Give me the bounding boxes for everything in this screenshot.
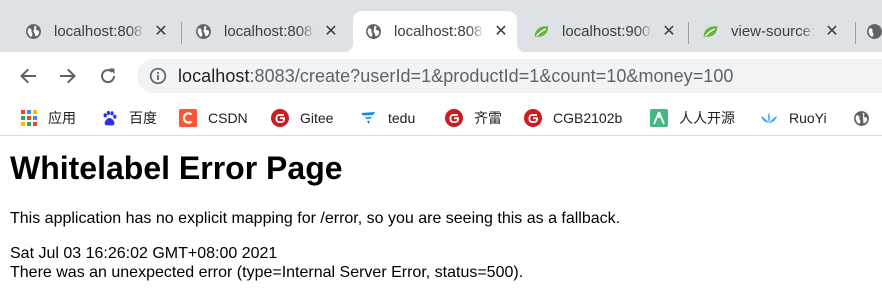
bookmark-partial[interactable] — [852, 108, 870, 128]
gitee-icon — [524, 109, 542, 127]
baidu-paw-icon — [100, 109, 118, 127]
info-icon[interactable] — [149, 67, 167, 85]
bookmark-label: 齐雷 — [474, 110, 502, 126]
tab-5[interactable]: view-source: ✕ — [690, 11, 850, 52]
spring-leaf-icon — [702, 23, 719, 40]
tedu-icon — [359, 109, 377, 127]
forward-arrow-icon[interactable] — [56, 64, 80, 88]
tab-6-partial[interactable] — [862, 11, 882, 52]
tab-title: localhost:8083/create?userId=1&productId… — [394, 23, 485, 40]
error-timestamp: Sat Jul 03 16:26:02 GMT+08:00 2021 — [10, 245, 278, 262]
close-tab-icon[interactable]: ✕ — [493, 23, 509, 40]
gitee-icon — [445, 109, 463, 127]
tab-title: localhost:9001 — [562, 23, 653, 40]
tab-2[interactable]: localhost:8083/create?userId=1&productId… — [183, 11, 349, 52]
error-message: This application has no explicit mapping… — [10, 210, 621, 227]
error-details: There was an unexpected error (type=Inte… — [10, 264, 524, 281]
address-bar[interactable]: localhost:8083/create?userId=1&productId… — [137, 59, 882, 93]
bookmark-label: CGB2102b — [553, 110, 623, 126]
globe-icon — [195, 23, 212, 40]
url-path: :8083/create?userId=1&productId=1&count=… — [249, 66, 734, 86]
bookmark-apps[interactable]: 应用 — [20, 108, 76, 128]
browser-toolbar: localhost:8083/create?userId=1&productId… — [0, 52, 882, 100]
tab-3-active[interactable]: localhost:8083/create?userId=1&productId… — [344, 11, 526, 52]
tab-divider — [181, 22, 182, 44]
bookmark-label: CSDN — [208, 110, 248, 126]
bookmark-tedu[interactable]: tedu — [359, 108, 415, 128]
tab-1[interactable]: localhost:8083/create?userId=1&productId… — [13, 11, 179, 52]
bookmark-label: tedu — [388, 110, 416, 126]
tab-strip: localhost:8083/create?userId=1&productId… — [0, 0, 882, 52]
globe-icon — [852, 109, 870, 127]
tab-4[interactable]: localhost:9001 ✕ — [521, 11, 687, 52]
page-content: Whitelabel Error Page This application h… — [10, 137, 870, 282]
renren-icon — [650, 109, 668, 127]
tab-title: view-source: — [731, 23, 816, 40]
url-host: localhost — [178, 66, 250, 86]
bookmark-label: 人人开源 — [679, 110, 735, 126]
bookmark-baidu[interactable]: 百度 — [100, 108, 157, 128]
close-tab-icon[interactable]: ✕ — [323, 23, 339, 40]
bookmark-renren[interactable]: 人人开源 — [650, 108, 735, 128]
spring-leaf-icon — [533, 23, 550, 40]
bookmark-label: Gitee — [300, 110, 334, 126]
back-arrow-icon[interactable] — [16, 64, 40, 88]
apps-grid-icon — [20, 109, 38, 127]
bookmark-gitee[interactable]: Gitee — [271, 108, 333, 128]
bookmark-ruoyi[interactable]: RuoYi — [760, 108, 827, 128]
bookmark-qilei[interactable]: 齐雷 — [445, 108, 502, 128]
bookmark-label: 百度 — [129, 110, 157, 126]
bookmark-label: 应用 — [48, 110, 76, 126]
tab-divider — [855, 22, 856, 44]
bookmarks-bar: 应用 百度 CSDN Gitee tedu 齐雷 CGB2102b 人人开源 R… — [0, 100, 882, 136]
globe-icon — [25, 23, 42, 40]
csdn-icon — [179, 109, 197, 127]
reload-icon[interactable] — [96, 64, 120, 88]
ruoyi-icon — [760, 109, 778, 127]
page-title: Whitelabel Error Page — [10, 150, 343, 186]
tab-title: localhost:8083/create?userId=1&productId… — [54, 23, 145, 40]
close-tab-icon[interactable]: ✕ — [824, 23, 840, 40]
close-tab-icon[interactable]: ✕ — [661, 23, 677, 40]
globe-icon — [866, 23, 882, 40]
address-url[interactable]: localhost:8083/create?userId=1&productId… — [178, 66, 733, 87]
globe-icon — [365, 23, 382, 40]
tab-divider — [688, 22, 689, 44]
bookmark-cgb2102b[interactable]: CGB2102b — [524, 108, 622, 128]
bookmark-csdn[interactable]: CSDN — [179, 108, 248, 128]
bookmark-label: RuoYi — [789, 110, 827, 126]
tab-title: localhost:8083/create?userId=1&productId… — [224, 23, 315, 40]
close-tab-icon[interactable]: ✕ — [153, 23, 169, 40]
gitee-icon — [271, 109, 289, 127]
